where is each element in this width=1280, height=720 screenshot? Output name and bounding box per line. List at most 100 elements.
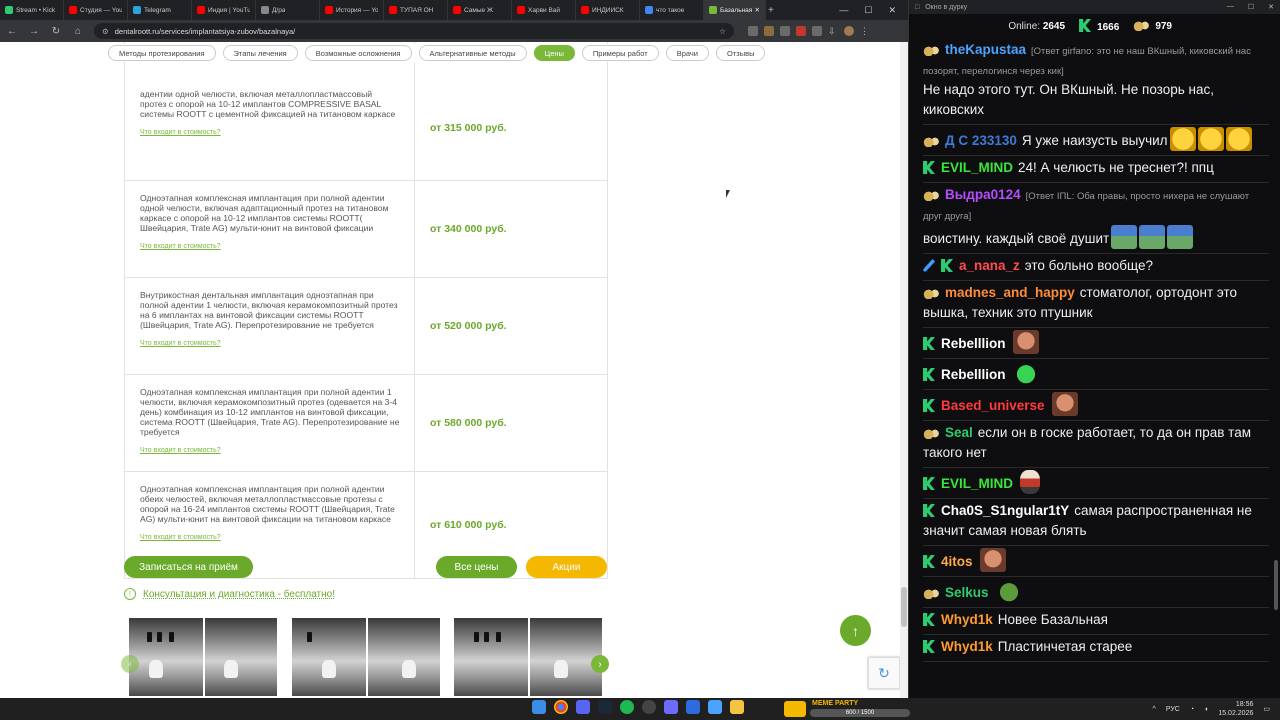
chat-username[interactable]: Selkus xyxy=(945,585,989,600)
chat-username[interactable]: Выдра0124 xyxy=(945,187,1021,202)
extensions-bar: ⇩ ⋮ xyxy=(748,26,869,37)
app-icon[interactable] xyxy=(664,700,678,714)
maximize-icon[interactable]: ☐ xyxy=(1248,3,1254,11)
browser-tab[interactable]: Базальная ✕ xyxy=(704,0,766,20)
browser-tab[interactable]: История — YouTube xyxy=(320,0,384,20)
minimize-icon[interactable]: — xyxy=(839,5,848,16)
chrome-icon[interactable] xyxy=(554,700,568,714)
browser-tab[interactable]: что такое xyxy=(640,0,704,20)
chat-username[interactable]: Seal xyxy=(945,425,973,440)
carousel-next-button[interactable]: › xyxy=(591,655,609,673)
meme-party-widget[interactable]: MEME PARTY 600 / 1500 xyxy=(784,699,912,719)
chat-scrollbar[interactable] xyxy=(1274,40,1278,690)
whats-included-link[interactable]: Что входит в стоимость? xyxy=(140,340,400,347)
obs-icon[interactable] xyxy=(642,700,656,714)
spotify-icon[interactable] xyxy=(620,700,634,714)
carousel-prev-button[interactable]: ‹ xyxy=(121,655,139,673)
section-nav-item[interactable]: Возможные осложнения xyxy=(304,45,412,61)
consultation-link[interactable]: Консультация и диагностика - бесплатно! xyxy=(143,589,335,600)
chat-username[interactable]: Rebelllion xyxy=(941,367,1006,382)
emote-icon xyxy=(1169,127,1196,151)
chat-username[interactable]: madnes_and_happy xyxy=(945,285,1075,300)
chat-text: Пластинчетая старее xyxy=(997,639,1133,654)
browser-tab[interactable]: Индия | YouTube xyxy=(192,0,256,20)
chat-username[interactable]: Rebelllion xyxy=(941,336,1006,351)
chat-username[interactable]: Based_universe xyxy=(941,398,1045,413)
app-icon[interactable] xyxy=(708,700,722,714)
whats-included-link[interactable]: Что входит в стоимость? xyxy=(140,534,400,541)
browser-tab[interactable]: ТУПАЯ ОН xyxy=(384,0,448,20)
minimize-icon[interactable]: — xyxy=(1227,3,1234,11)
maximize-icon[interactable]: ☐ xyxy=(864,5,872,16)
book-appointment-button[interactable]: Записаться на приём xyxy=(124,556,253,578)
browser-tab[interactable]: ИНДИЙСК xyxy=(576,0,640,20)
address-bar[interactable]: ⚙ dentalroott.ru/services/implantatsiya-… xyxy=(94,23,734,39)
section-nav-item[interactable]: Отзывы xyxy=(716,45,766,61)
site-info-icon[interactable]: ⚙ xyxy=(102,27,109,36)
close-icon[interactable]: ✕ xyxy=(1268,3,1274,11)
emote-icon xyxy=(1197,127,1224,151)
bookmark-star-icon[interactable]: ☆ xyxy=(719,27,726,36)
extension-icon[interactable] xyxy=(780,26,790,36)
clock[interactable]: 18:56 15.02.2026 xyxy=(1218,700,1253,718)
section-nav-item[interactable]: Врачи xyxy=(665,45,709,61)
scroll-to-top-button[interactable]: ↑ xyxy=(840,615,871,646)
extension-icon[interactable] xyxy=(764,26,774,36)
menu-icon[interactable]: ⋮ xyxy=(860,26,869,37)
extension-icon[interactable] xyxy=(812,26,822,36)
new-tab-button[interactable]: + xyxy=(766,0,780,20)
section-nav-item[interactable]: Альтернативные методы xyxy=(418,45,527,61)
chat-username[interactable]: Д С 233130 xyxy=(945,133,1017,148)
download-icon[interactable]: ⇩ xyxy=(828,26,838,36)
chat-username[interactable]: Whyd1k xyxy=(941,639,993,654)
start-icon[interactable] xyxy=(532,700,546,714)
section-nav-item[interactable]: Этапы лечения xyxy=(222,45,298,61)
free-consultation-note[interactable]: ! Консультация и диагностика - бесплатно… xyxy=(124,588,335,600)
xray-photo[interactable] xyxy=(292,618,440,696)
chat-username[interactable]: a_nana_z xyxy=(959,258,1020,273)
browser-tab[interactable]: Д/ра xyxy=(256,0,320,20)
browser-tab[interactable]: Студия — YouTube xyxy=(64,0,128,20)
notification-icon[interactable]: ▭ xyxy=(1263,705,1270,713)
home-icon[interactable]: ⌂ xyxy=(72,26,84,37)
steam-icon[interactable] xyxy=(598,700,612,714)
recaptcha-badge[interactable]: ↻ xyxy=(868,657,900,689)
whats-included-link[interactable]: Что входит в стоимость? xyxy=(140,447,400,454)
wifi-icon[interactable]: ◔ xyxy=(1190,706,1194,713)
page-scrollbar[interactable] xyxy=(900,42,908,698)
xray-photo[interactable] xyxy=(129,618,277,696)
whats-included-link[interactable]: Что входит в стоимость? xyxy=(140,129,400,136)
section-nav-item[interactable]: Цены xyxy=(533,45,575,61)
back-icon[interactable]: ← xyxy=(6,26,18,37)
extension-icon[interactable] xyxy=(748,26,758,36)
browser-tab[interactable]: Самые Ж xyxy=(448,0,512,20)
chat-username[interactable]: EVIL_MIND xyxy=(941,160,1013,175)
browser-tab[interactable]: Telegram xyxy=(128,0,192,20)
file-explorer-icon[interactable] xyxy=(730,700,744,714)
chat-username[interactable]: 4itos xyxy=(941,554,973,569)
tray-chevron-icon[interactable]: ^ xyxy=(1153,706,1156,713)
profile-avatar[interactable] xyxy=(844,26,854,36)
close-icon[interactable]: ✕ xyxy=(888,5,896,16)
section-nav-item[interactable]: Методы протезирования xyxy=(108,45,216,61)
language-indicator[interactable]: РУС xyxy=(1166,706,1180,713)
volume-icon[interactable]: ◖ xyxy=(1204,706,1208,713)
extension-icon[interactable] xyxy=(796,26,806,36)
media-player-icon[interactable] xyxy=(686,700,700,714)
section-nav-item[interactable]: Примеры работ xyxy=(581,45,659,61)
forward-icon[interactable]: → xyxy=(28,26,40,37)
browser-tab[interactable]: Харви Вай xyxy=(512,0,576,20)
reload-icon[interactable]: ↻ xyxy=(50,26,62,37)
all-prices-button[interactable]: Все цены xyxy=(436,556,517,578)
chat-username[interactable]: theKapustaa xyxy=(945,42,1026,57)
chat-username[interactable]: Cha0S_S1ngular1tY xyxy=(941,503,1069,518)
promotions-button[interactable]: Акции xyxy=(526,556,607,578)
close-tab-icon[interactable]: ✕ xyxy=(755,6,760,14)
discord-icon[interactable] xyxy=(576,700,590,714)
chat-username[interactable]: Whyd1k xyxy=(941,612,993,627)
xray-photo[interactable] xyxy=(454,618,602,696)
chat-username[interactable]: EVIL_MIND xyxy=(941,476,1013,491)
whats-included-link[interactable]: Что входит в стоимость? xyxy=(140,243,400,250)
scrollbar-thumb[interactable] xyxy=(901,587,907,627)
browser-tab[interactable]: Stream • Kick xyxy=(0,0,64,20)
